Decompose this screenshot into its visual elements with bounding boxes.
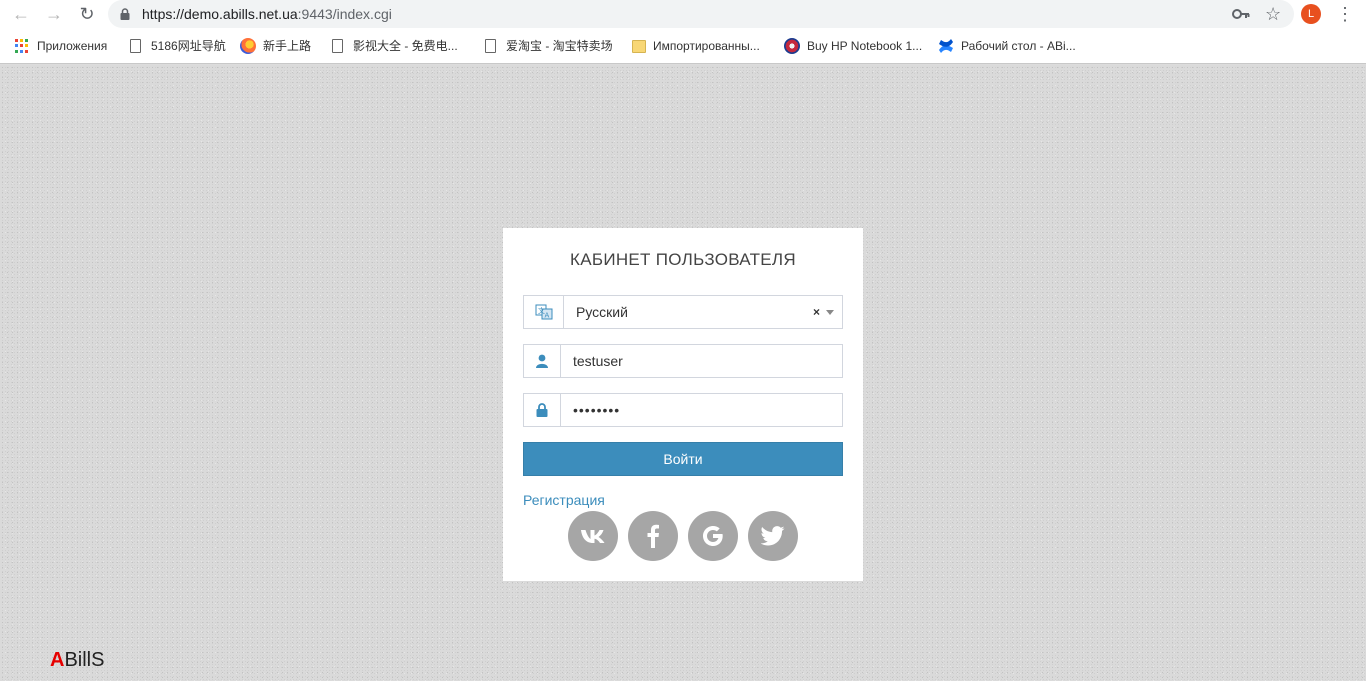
firefox-icon bbox=[240, 38, 256, 54]
username-group bbox=[523, 344, 843, 378]
confluence-icon bbox=[939, 39, 953, 53]
key-icon[interactable] bbox=[1232, 7, 1250, 21]
reload-button[interactable]: ↻ bbox=[76, 3, 98, 25]
bookmark-label: 爱淘宝 - 淘宝特卖场 bbox=[506, 39, 613, 53]
language-value[interactable]: Русский × bbox=[564, 296, 842, 328]
lock-icon bbox=[536, 403, 548, 417]
url-path: :9443/index.cgi bbox=[297, 6, 392, 22]
google-login-button[interactable] bbox=[688, 511, 738, 561]
translate-icon: 文 A bbox=[535, 304, 552, 320]
address-bar[interactable]: https://demo.abills.net.ua:9443/index.cg… bbox=[108, 0, 1294, 28]
google-icon bbox=[703, 526, 723, 546]
browser-menu-icon[interactable]: ⋮ bbox=[1336, 4, 1354, 24]
back-button[interactable]: ← bbox=[10, 3, 32, 25]
username-field[interactable] bbox=[561, 345, 842, 377]
register-link[interactable]: Регистрация bbox=[523, 492, 605, 508]
bookmark-star-icon[interactable]: ☆ bbox=[1265, 3, 1281, 25]
bookmark-apps[interactable]: Приложения bbox=[14, 37, 107, 55]
url-text: https://demo.abills.net.ua:9443/index.cg… bbox=[142, 6, 392, 22]
lock-icon bbox=[120, 8, 130, 20]
page-background: КАБИНЕТ ПОЛЬЗОВАТЕЛЯ 文 A Русский × testu… bbox=[0, 65, 1366, 681]
hp-icon bbox=[784, 38, 800, 54]
bookmark-firefox[interactable]: 新手上路 bbox=[240, 37, 311, 55]
bookmark-label: Импортированны... bbox=[653, 39, 760, 53]
page-icon bbox=[130, 39, 141, 53]
login-card: КАБИНЕТ ПОЛЬЗОВАТЕЛЯ 文 A Русский × testu… bbox=[503, 228, 863, 581]
bookmark-label: 新手上路 bbox=[263, 39, 312, 53]
logo-text: BillS bbox=[64, 649, 105, 671]
apps-grid-icon bbox=[14, 38, 30, 54]
logo-letter-a: A bbox=[50, 649, 65, 671]
bookmark-imported-folder[interactable]: Импортированны... bbox=[632, 37, 760, 55]
clear-selection-icon[interactable]: × bbox=[813, 296, 820, 328]
bookmark-hp[interactable]: Buy HP Notebook 1... bbox=[784, 37, 922, 55]
page-title: КАБИНЕТ ПОЛЬЗОВАТЕЛЯ bbox=[570, 250, 796, 269]
twitter-login-button[interactable] bbox=[748, 511, 798, 561]
bookmark-label: Buy HP Notebook 1... bbox=[807, 39, 923, 53]
svg-text:A: A bbox=[544, 312, 549, 320]
forward-button[interactable]: → bbox=[43, 3, 65, 25]
twitter-icon bbox=[761, 526, 785, 546]
vk-icon bbox=[581, 530, 605, 543]
language-addon: 文 A bbox=[524, 296, 564, 328]
facebook-login-button[interactable] bbox=[628, 511, 678, 561]
folder-icon bbox=[632, 39, 646, 53]
bookmark-label: Приложения bbox=[37, 39, 108, 53]
facebook-icon bbox=[647, 524, 659, 548]
bookmark-label: Рабочий стол - ABi... bbox=[961, 39, 1076, 53]
user-icon bbox=[536, 354, 548, 368]
url-host: https://demo.abills.net.ua bbox=[142, 6, 298, 22]
vk-login-button[interactable] bbox=[568, 511, 618, 561]
chevron-down-icon[interactable] bbox=[826, 310, 834, 315]
bookmark-video[interactable]: 影视大全 - 免费电... bbox=[330, 37, 458, 55]
abills-logo: ABillS bbox=[50, 649, 104, 672]
language-label: Русский bbox=[576, 304, 628, 320]
page-icon bbox=[485, 39, 496, 53]
browser-toolbar: ← → ↻ https://demo.abills.net.ua:9443/in… bbox=[0, 0, 1366, 29]
profile-avatar[interactable]: L bbox=[1301, 4, 1321, 24]
language-select[interactable]: 文 A Русский × bbox=[523, 295, 843, 329]
bookmarks-bar: Приложения 5186网址导航 新手上路 影视大全 - 免费电... 爱… bbox=[0, 29, 1366, 64]
page-icon bbox=[332, 39, 343, 53]
bookmark-label: 影视大全 - 免费电... bbox=[353, 39, 458, 53]
password-field[interactable]: •••••••• bbox=[561, 394, 842, 426]
bookmark-confluence[interactable]: Рабочий стол - ABi... bbox=[938, 37, 1076, 55]
password-group: •••••••• bbox=[523, 393, 843, 427]
login-button[interactable]: Войти bbox=[523, 442, 843, 476]
bookmark-5186[interactable]: 5186网址导航 bbox=[128, 37, 226, 55]
bookmark-label: 5186网址导航 bbox=[151, 39, 226, 53]
password-addon bbox=[524, 394, 561, 426]
username-addon bbox=[524, 345, 561, 377]
bookmark-taobao[interactable]: 爱淘宝 - 淘宝特卖场 bbox=[483, 37, 613, 55]
